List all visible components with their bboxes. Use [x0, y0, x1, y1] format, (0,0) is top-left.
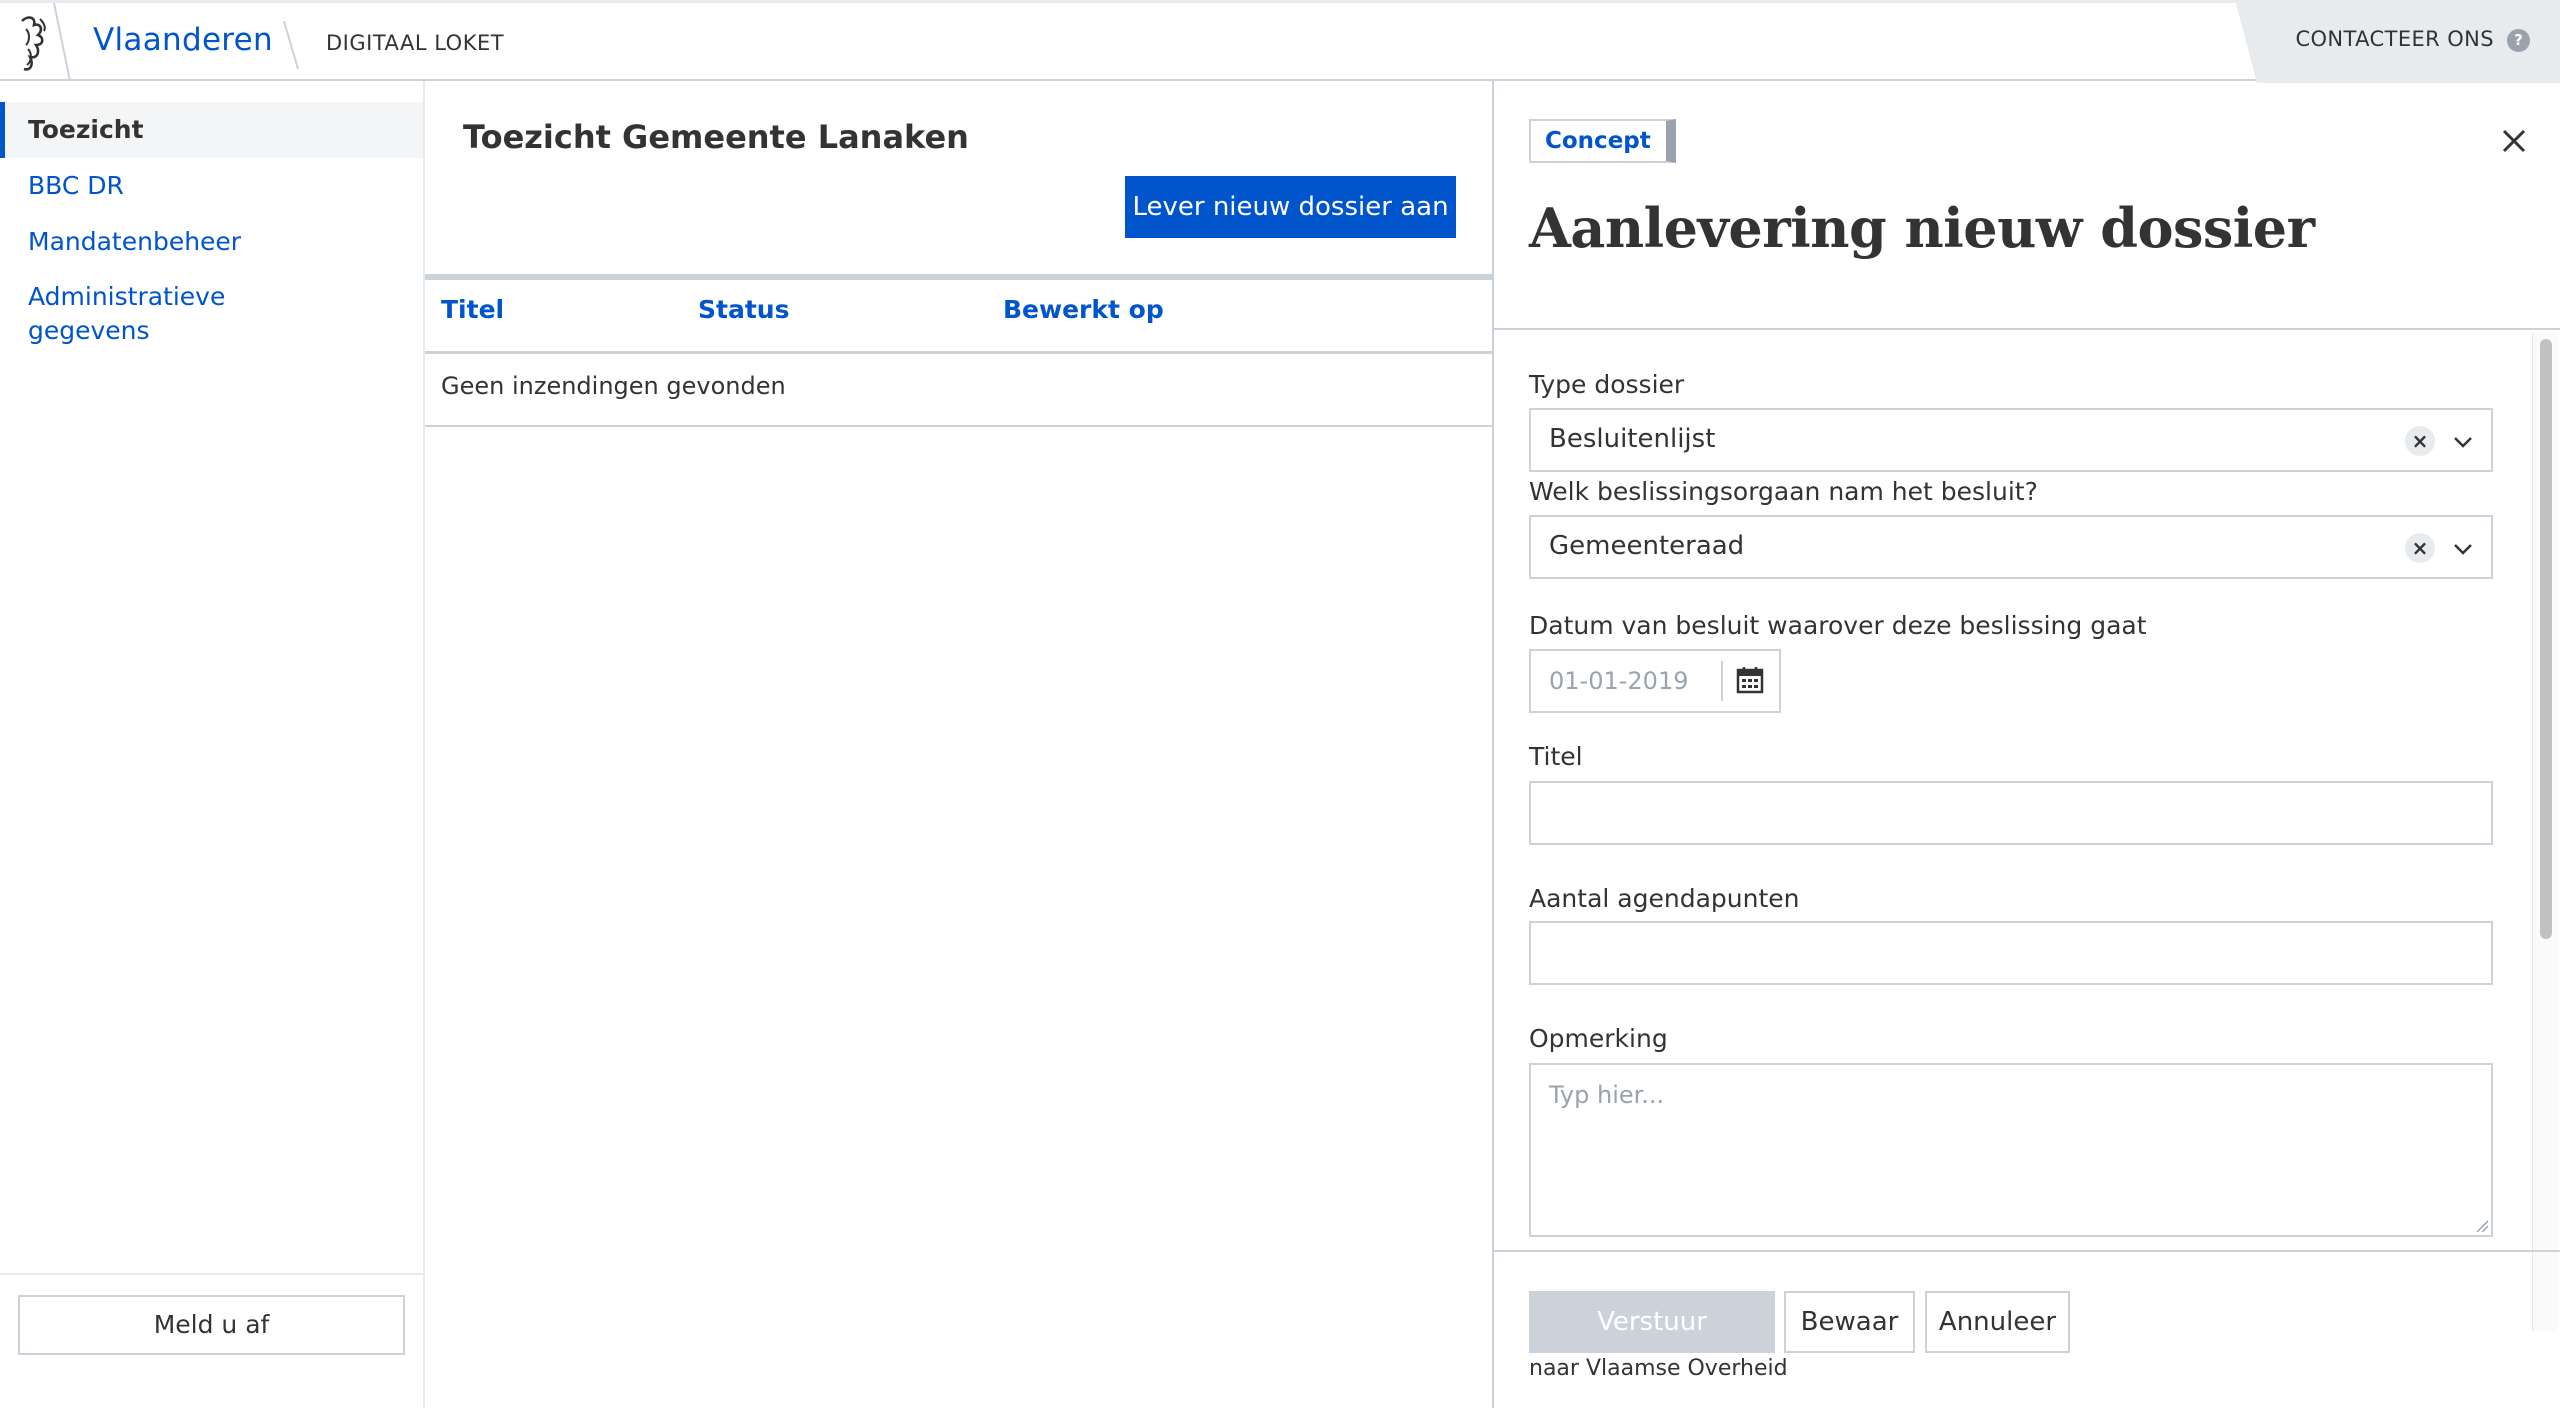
clear-selection-icon[interactable]: × — [2405, 533, 2435, 563]
type-dossier-label: Type dossier — [1529, 370, 1685, 399]
save-button[interactable]: Bewaar — [1784, 1291, 1915, 1353]
logo-divider — [53, 3, 71, 81]
table-row-divider — [425, 425, 1492, 427]
title-input[interactable] — [1529, 781, 2493, 845]
sidebar: Toezicht BBC DR Mandatenbeheer Administr… — [0, 81, 425, 1408]
panel-footer-divider — [1494, 1250, 2560, 1252]
new-dossier-button[interactable]: Lever nieuw dossier aan — [1125, 176, 1456, 238]
sidebar-footer: Meld u af — [0, 1273, 423, 1408]
organ-select[interactable]: Gemeenteraad × — [1529, 515, 2493, 579]
remark-label: Opmerking — [1529, 1024, 1668, 1053]
page-title: Toezicht Gemeente Lanaken — [463, 118, 969, 156]
empty-table-message: Geen inzendingen gevonden — [441, 372, 786, 400]
title-label: Titel — [1529, 742, 1583, 771]
panel-header-divider — [1494, 328, 2560, 330]
panel-title: Aanlevering nieuw dossier — [1529, 196, 2315, 260]
new-dossier-panel: Concept Aanlevering nieuw dossier Type d… — [1494, 81, 2560, 1408]
sidebar-item-label-line2: gegevens — [28, 316, 150, 345]
app-name[interactable]: DIGITAAL LOKET — [326, 31, 504, 55]
agenda-count-label: Aantal agendapunten — [1529, 884, 1800, 913]
sidebar-item-mandatenbeheer[interactable]: Mandatenbeheer — [0, 225, 423, 259]
date-divider — [1721, 661, 1723, 701]
sidebar-item-label: Administratieve — [28, 282, 226, 311]
scrollbar[interactable] — [2532, 333, 2558, 1331]
agenda-count-input[interactable] — [1529, 921, 2493, 985]
scrollbar-thumb[interactable] — [2540, 339, 2552, 939]
contact-label: CONTACTEER ONS — [2295, 27, 2494, 51]
date-label: Datum van besluit waarover deze beslissi… — [1529, 611, 2147, 640]
clear-selection-icon[interactable]: × — [2405, 426, 2435, 456]
main-content: Toezicht Gemeente Lanaken Lever nieuw do… — [425, 81, 1492, 1408]
type-dossier-value: Besluitenlijst — [1549, 424, 1716, 454]
send-button[interactable]: Verstuur — [1529, 1291, 1775, 1353]
type-dossier-select[interactable]: Besluitenlijst × — [1529, 408, 2493, 472]
chevron-down-icon[interactable] — [2451, 537, 2475, 561]
column-header-bewerkt-op[interactable]: Bewerkt op — [1003, 295, 1164, 324]
contact-button[interactable]: CONTACTEER ONS ? — [2235, 0, 2560, 83]
close-icon[interactable] — [2496, 123, 2532, 159]
date-field[interactable]: 01-01-2019 — [1529, 649, 1781, 713]
brand-divider — [283, 21, 299, 69]
chevron-down-icon[interactable] — [2451, 430, 2475, 454]
brand-name[interactable]: Vlaanderen — [93, 22, 273, 58]
date-placeholder: 01-01-2019 — [1549, 667, 1689, 695]
resize-grip-icon[interactable] — [2473, 1217, 2489, 1233]
table-header-divider — [425, 351, 1492, 354]
status-badge: Concept — [1529, 119, 1676, 163]
table-top-border — [425, 274, 1492, 280]
organ-label: Welk beslissingsorgaan nam het besluit? — [1529, 477, 2038, 506]
send-hint: naar Vlaamse Overheid — [1529, 1356, 1788, 1381]
sidebar-item-label: Mandatenbeheer — [28, 227, 242, 256]
top-header: Vlaanderen DIGITAAL LOKET CONTACTEER ONS… — [0, 0, 2560, 83]
sidebar-item-toezicht[interactable]: Toezicht — [0, 102, 423, 158]
sidebar-item-label: Toezicht — [28, 115, 144, 144]
remark-textarea[interactable]: Typ hier... — [1529, 1063, 2493, 1237]
sidebar-item-bbc-dr[interactable]: BBC DR — [0, 169, 423, 203]
help-icon: ? — [2507, 29, 2530, 52]
remark-placeholder: Typ hier... — [1549, 1081, 1665, 1109]
logout-button[interactable]: Meld u af — [18, 1295, 405, 1355]
sidebar-item-label: BBC DR — [28, 171, 124, 200]
column-header-status[interactable]: Status — [698, 295, 789, 324]
column-header-titel[interactable]: Titel — [441, 295, 504, 324]
organ-value: Gemeenteraad — [1549, 531, 1745, 561]
cancel-button[interactable]: Annuleer — [1925, 1291, 2070, 1353]
sidebar-item-administratieve-gegevens[interactable]: Administratieve gegevens — [0, 280, 423, 348]
calendar-icon[interactable] — [1735, 665, 1765, 695]
